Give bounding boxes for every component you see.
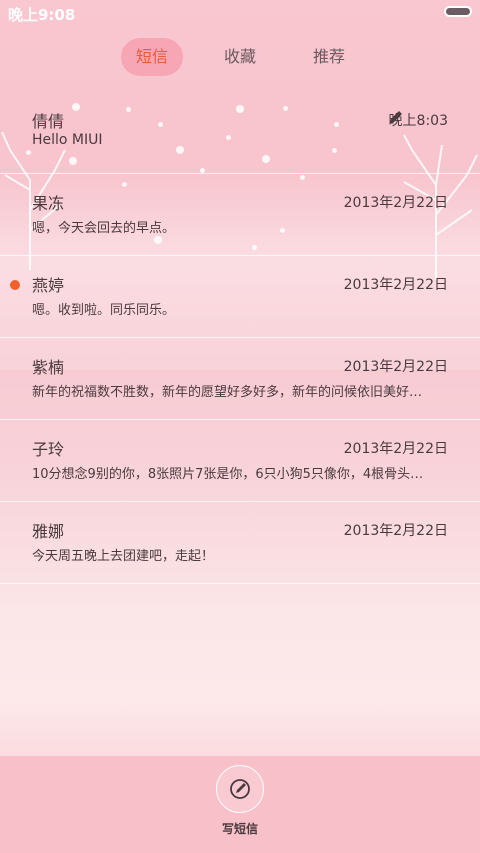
message-date: 2013年2月22日 <box>343 441 448 457</box>
message-preview: 嗯。收到啦。同乐同乐。 <box>32 303 176 318</box>
message-sender: 倩倩 <box>32 112 65 131</box>
message-sender: 紫楠 <box>32 358 65 377</box>
compose-button[interactable] <box>216 765 264 813</box>
message-sender: 子玲 <box>32 440 65 459</box>
message-sender: 燕婷 <box>32 276 65 295</box>
tab-favorites[interactable]: 收藏 <box>214 38 266 76</box>
message-sender: 雅娜 <box>32 522 65 541</box>
compose-icon <box>230 779 250 799</box>
message-item[interactable]: 子玲 2013年2月22日 10分想念9别的你，8张照片7张是你，6只小狗5只像… <box>0 420 480 502</box>
message-preview: Hello MIUI <box>32 132 103 148</box>
tab-recommend[interactable]: 推荐 <box>303 38 355 76</box>
unread-dot-icon <box>10 280 20 290</box>
message-preview: 今天周五晚上去团建吧，走起！ <box>32 549 215 564</box>
bottom-bar: 写短信 <box>0 756 480 853</box>
message-sender: 果冻 <box>32 194 65 213</box>
message-item[interactable]: 雅娜 2013年2月22日 今天周五晚上去团建吧，走起！ <box>0 502 480 584</box>
message-date: 2013年2月22日 <box>343 523 448 539</box>
message-item[interactable]: 倩倩 晚上8:03 Hello MIUI <box>0 92 480 174</box>
compose-label: 写短信 <box>221 822 258 836</box>
message-item[interactable]: 果冻 2013年2月22日 嗯，今天会回去的早点。 <box>0 174 480 256</box>
message-item[interactable]: 燕婷 2013年2月22日 嗯。收到啦。同乐同乐。 <box>0 256 480 338</box>
battery-icon <box>444 6 472 17</box>
message-item[interactable]: 紫楠 2013年2月22日 新年的祝福数不胜数，新年的愿望好多好多，新年的问候依… <box>0 338 480 420</box>
message-date: 2013年2月22日 <box>343 359 448 375</box>
message-preview: 新年的祝福数不胜数，新年的愿望好多好多，新年的问候依旧美好… <box>32 385 423 400</box>
tab-bar: 短信 收藏 推荐 <box>0 38 480 76</box>
message-date: 晚上8:03 <box>388 113 448 129</box>
message-preview: 10分想念9别的你，8张照片7张是你，6只小狗5只像你，4根骨头… <box>32 467 424 482</box>
tab-sms[interactable]: 短信 <box>121 38 183 76</box>
status-bar: 晚上9:08 <box>0 0 480 26</box>
message-preview: 嗯，今天会回去的早点。 <box>32 221 176 236</box>
status-time: 晚上9:08 <box>8 6 76 24</box>
message-list: 倩倩 晚上8:03 Hello MIUI 果冻 2013年2月22日 嗯，今天会… <box>0 92 480 584</box>
message-date: 2013年2月22日 <box>343 277 448 293</box>
message-date: 2013年2月22日 <box>343 195 448 211</box>
